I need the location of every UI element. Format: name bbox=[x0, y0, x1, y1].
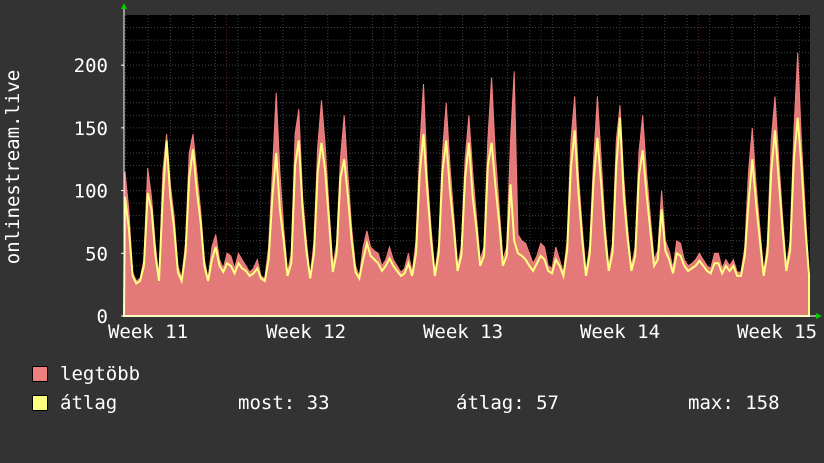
stat-now: most: 33 bbox=[238, 392, 330, 414]
x-tick-label: Week 14 bbox=[580, 321, 660, 343]
legend-swatch-max bbox=[32, 366, 48, 382]
chart: 050100150200 Week 11 Week 12 Week 13 Week 1… bbox=[2, 3, 822, 343]
x-tick-label: Week 15 bbox=[737, 321, 817, 343]
x-tick-label: Week 11 bbox=[108, 321, 188, 343]
y-tick-label: 50 bbox=[85, 243, 108, 265]
stat-avg: átlag: 57 bbox=[456, 392, 559, 414]
x-tick-label: Week 12 bbox=[266, 321, 346, 343]
legend-label-avg: átlag bbox=[60, 392, 118, 414]
x-axis-arrow-icon bbox=[816, 313, 822, 319]
legend-item-avg: átlag bbox=[32, 391, 117, 415]
x-tick-label: Week 13 bbox=[423, 321, 503, 343]
legend-item-max: legtöbb bbox=[32, 362, 140, 386]
y-axis-arrow-icon bbox=[121, 3, 127, 9]
legend-label-max: legtöbb bbox=[60, 363, 141, 385]
y-tick-label: 200 bbox=[74, 55, 108, 77]
legend-swatch-avg bbox=[32, 395, 48, 411]
y-tick-labels: 0 50 100 150 200 bbox=[74, 55, 108, 328]
stat-max: max: 158 bbox=[688, 392, 780, 414]
y-tick-label: 150 bbox=[74, 118, 108, 140]
y-tick-label: 0 bbox=[97, 306, 108, 328]
y-axis-label: onlinestream.live bbox=[2, 70, 24, 264]
x-tick-labels: Week 11 Week 12 Week 13 Week 14 Week 15 bbox=[108, 321, 817, 343]
y-tick-label: 100 bbox=[74, 181, 108, 203]
